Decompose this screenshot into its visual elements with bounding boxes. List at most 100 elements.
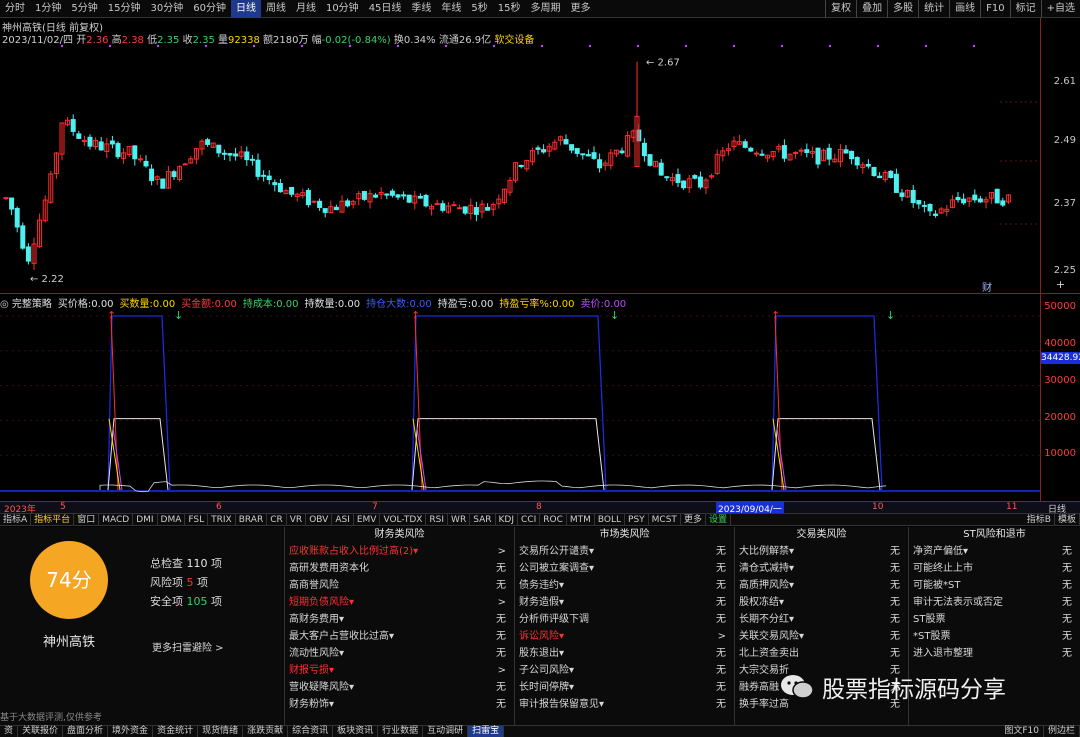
indicator-tab-19[interactable]: CCI bbox=[518, 513, 541, 526]
indicator-tab-5[interactable]: DMA bbox=[158, 513, 186, 526]
toolbar-button-3[interactable]: 统计 bbox=[918, 0, 949, 18]
period-2[interactable]: 5分钟 bbox=[66, 0, 102, 18]
period-11[interactable]: 季线 bbox=[406, 0, 436, 18]
period-1[interactable]: 1分钟 bbox=[30, 0, 66, 18]
risk-item[interactable]: 股东退出▾ 无 bbox=[515, 645, 734, 662]
risk-item[interactable]: 子公司风险▾ 无 bbox=[515, 662, 734, 679]
indicator-tab-15[interactable]: RSI bbox=[426, 513, 449, 526]
toolbar-button-6[interactable]: 标记 bbox=[1009, 0, 1041, 18]
period-10[interactable]: 45日线 bbox=[364, 0, 407, 18]
risk-item[interactable]: *ST股票无 bbox=[909, 628, 1080, 645]
indicator-tab-17[interactable]: SAR bbox=[470, 513, 496, 526]
indicator-tab-14[interactable]: VOL-TDX bbox=[380, 513, 427, 526]
risk-item[interactable]: 长时间停牌▾ 无 bbox=[515, 679, 734, 696]
indicator-tab-11[interactable]: OBV bbox=[306, 513, 333, 526]
risk-item[interactable]: 流动性风险▾ 无 bbox=[285, 645, 514, 662]
toolbar-button-1[interactable]: 叠加 bbox=[856, 0, 887, 18]
bottom-tab-3[interactable]: 境外资金 bbox=[108, 726, 154, 737]
indicator-tab-6[interactable]: FSL bbox=[185, 513, 209, 526]
indicator-tab-21[interactable]: MTM bbox=[567, 513, 595, 526]
indicator-tab-8[interactable]: BRAR bbox=[236, 513, 268, 526]
risk-item[interactable]: 审计报告保留意见▾ 无 bbox=[515, 696, 734, 713]
bottom-right-1[interactable]: 例边栏 bbox=[1044, 726, 1080, 737]
indicator-tab-7[interactable]: TRIX bbox=[208, 513, 236, 526]
axis-expand-icon[interactable]: + bbox=[1040, 278, 1080, 294]
period-12[interactable]: 年线 bbox=[436, 0, 466, 18]
indicator-tab-3[interactable]: MACD bbox=[99, 513, 134, 526]
risk-item[interactable]: 高研发费用资本化无 bbox=[285, 560, 514, 577]
toolbar-button-5[interactable]: F10 bbox=[980, 0, 1009, 18]
risk-item[interactable]: 股权冻结▾ 无 bbox=[735, 594, 908, 611]
indicator-tab-16[interactable]: WR bbox=[448, 513, 471, 526]
indicator-tab-0[interactable]: 指标A bbox=[0, 513, 32, 526]
indicator-tab-24[interactable]: MCST bbox=[649, 513, 681, 526]
indicator-tab-18[interactable]: KDJ bbox=[496, 513, 518, 526]
period-5[interactable]: 60分钟 bbox=[188, 0, 231, 18]
period-4[interactable]: 30分钟 bbox=[145, 0, 188, 18]
toolbar-button-7[interactable]: +自选 bbox=[1040, 0, 1080, 18]
risk-item[interactable]: 审计无法表示或否定无 bbox=[909, 594, 1080, 611]
risk-item[interactable]: 诉讼风险▾ > bbox=[515, 628, 734, 645]
risk-item[interactable]: 进入退市整理无 bbox=[909, 645, 1080, 662]
risk-item[interactable]: 公司被立案调查▾ 无 bbox=[515, 560, 734, 577]
indicator-tab-13[interactable]: EMV bbox=[354, 513, 381, 526]
toolbar-button-0[interactable]: 复权 bbox=[825, 0, 856, 18]
bottom-tab-9[interactable]: 行业数据 bbox=[378, 726, 424, 737]
period-7[interactable]: 周线 bbox=[261, 0, 291, 18]
indicator-tab-4[interactable]: DMI bbox=[133, 513, 158, 526]
risk-item[interactable]: 北上资金卖出无 bbox=[735, 645, 908, 662]
bottom-tab-5[interactable]: 现货情绪 bbox=[198, 726, 244, 737]
risk-item[interactable]: 高财务费用▾ 无 bbox=[285, 611, 514, 628]
risk-item[interactable]: 净资产偏低▾ 无 bbox=[909, 543, 1080, 560]
indicator-tab-26[interactable]: 设置 bbox=[706, 513, 731, 526]
bottom-tab-6[interactable]: 涨跌贡献 bbox=[243, 726, 289, 737]
strategy-indicator-chart[interactable]: ↑ ↓ ↑ ↓ ↑ ↓ bbox=[0, 307, 1040, 501]
indicator-tab-23[interactable]: PSY bbox=[625, 513, 649, 526]
indicator-tab-25[interactable]: 更多 bbox=[681, 513, 706, 526]
risk-item[interactable]: 财务造假▾ 无 bbox=[515, 594, 734, 611]
bottom-tab-1[interactable]: 关联报价 bbox=[18, 726, 64, 737]
indicator-tab-right-1[interactable]: 模板 bbox=[1055, 513, 1080, 526]
risk-item[interactable]: 清仓式减持▾ 无 bbox=[735, 560, 908, 577]
period-15[interactable]: 多周期 bbox=[526, 0, 566, 18]
bottom-tab-11[interactable]: 扫雷宝 bbox=[468, 726, 505, 737]
risk-item[interactable]: 财报亏损▾ > bbox=[285, 662, 514, 679]
risk-item[interactable]: 营收疑降风险▾ 无 bbox=[285, 679, 514, 696]
period-9[interactable]: 10分钟 bbox=[321, 0, 364, 18]
risk-item[interactable]: 可能终止上市无 bbox=[909, 560, 1080, 577]
period-16[interactable]: 更多 bbox=[566, 0, 596, 18]
candlestick-chart[interactable]: ← 2.67← 2.22财 bbox=[0, 44, 1040, 294]
indicator-tab-22[interactable]: BOLL bbox=[595, 513, 626, 526]
indicator-tab-12[interactable]: ASI bbox=[332, 513, 354, 526]
bottom-tab-0[interactable]: 资 bbox=[0, 726, 19, 737]
risk-item[interactable]: 短期负债风险▾ > bbox=[285, 594, 514, 611]
indicator-tab-2[interactable]: 窗口 bbox=[74, 513, 100, 526]
period-14[interactable]: 15秒 bbox=[493, 0, 526, 18]
period-13[interactable]: 5秒 bbox=[466, 0, 492, 18]
risk-item[interactable]: 财务粉饰▾ 无 bbox=[285, 696, 514, 713]
period-3[interactable]: 15分钟 bbox=[103, 0, 146, 18]
indicator-tab-20[interactable]: ROC bbox=[540, 513, 567, 526]
period-8[interactable]: 月线 bbox=[291, 0, 321, 18]
risk-item[interactable]: 最大客户占营收比过高▾ 无 bbox=[285, 628, 514, 645]
period-0[interactable]: 分时 bbox=[0, 0, 30, 18]
indicator-tab-right-0[interactable]: 指标B bbox=[1024, 513, 1055, 526]
indicator-tab-9[interactable]: CR bbox=[267, 513, 287, 526]
risk-item[interactable]: 大比例解禁▾ 无 bbox=[735, 543, 908, 560]
bottom-tab-8[interactable]: 板块资讯 bbox=[333, 726, 379, 737]
bottom-tab-2[interactable]: 盘面分析 bbox=[63, 726, 109, 737]
indicator-tab-1[interactable]: 指标平台 bbox=[31, 513, 75, 526]
risk-item[interactable]: 交易所公开谴责▾ 无 bbox=[515, 543, 734, 560]
risk-item[interactable]: 可能被*ST 无 bbox=[909, 577, 1080, 594]
risk-item[interactable]: 分析师评级下调无 bbox=[515, 611, 734, 628]
bottom-tab-10[interactable]: 互动调研 bbox=[423, 726, 469, 737]
bottom-tab-4[interactable]: 资金统计 bbox=[153, 726, 199, 737]
toolbar-button-4[interactable]: 画线 bbox=[949, 0, 980, 18]
toolbar-button-2[interactable]: 多股 bbox=[887, 0, 918, 18]
more-scan-link[interactable]: 更多扫雷避险 > bbox=[152, 639, 224, 654]
period-6[interactable]: 日线 bbox=[230, 0, 261, 18]
risk-item[interactable]: 高商誉风险无 bbox=[285, 577, 514, 594]
risk-item[interactable]: 债务违约▾ 无 bbox=[515, 577, 734, 594]
risk-item[interactable]: 应收账款占收入比例过高(2)▾ > bbox=[285, 543, 514, 560]
risk-item[interactable]: 长期不分红▾ 无 bbox=[735, 611, 908, 628]
